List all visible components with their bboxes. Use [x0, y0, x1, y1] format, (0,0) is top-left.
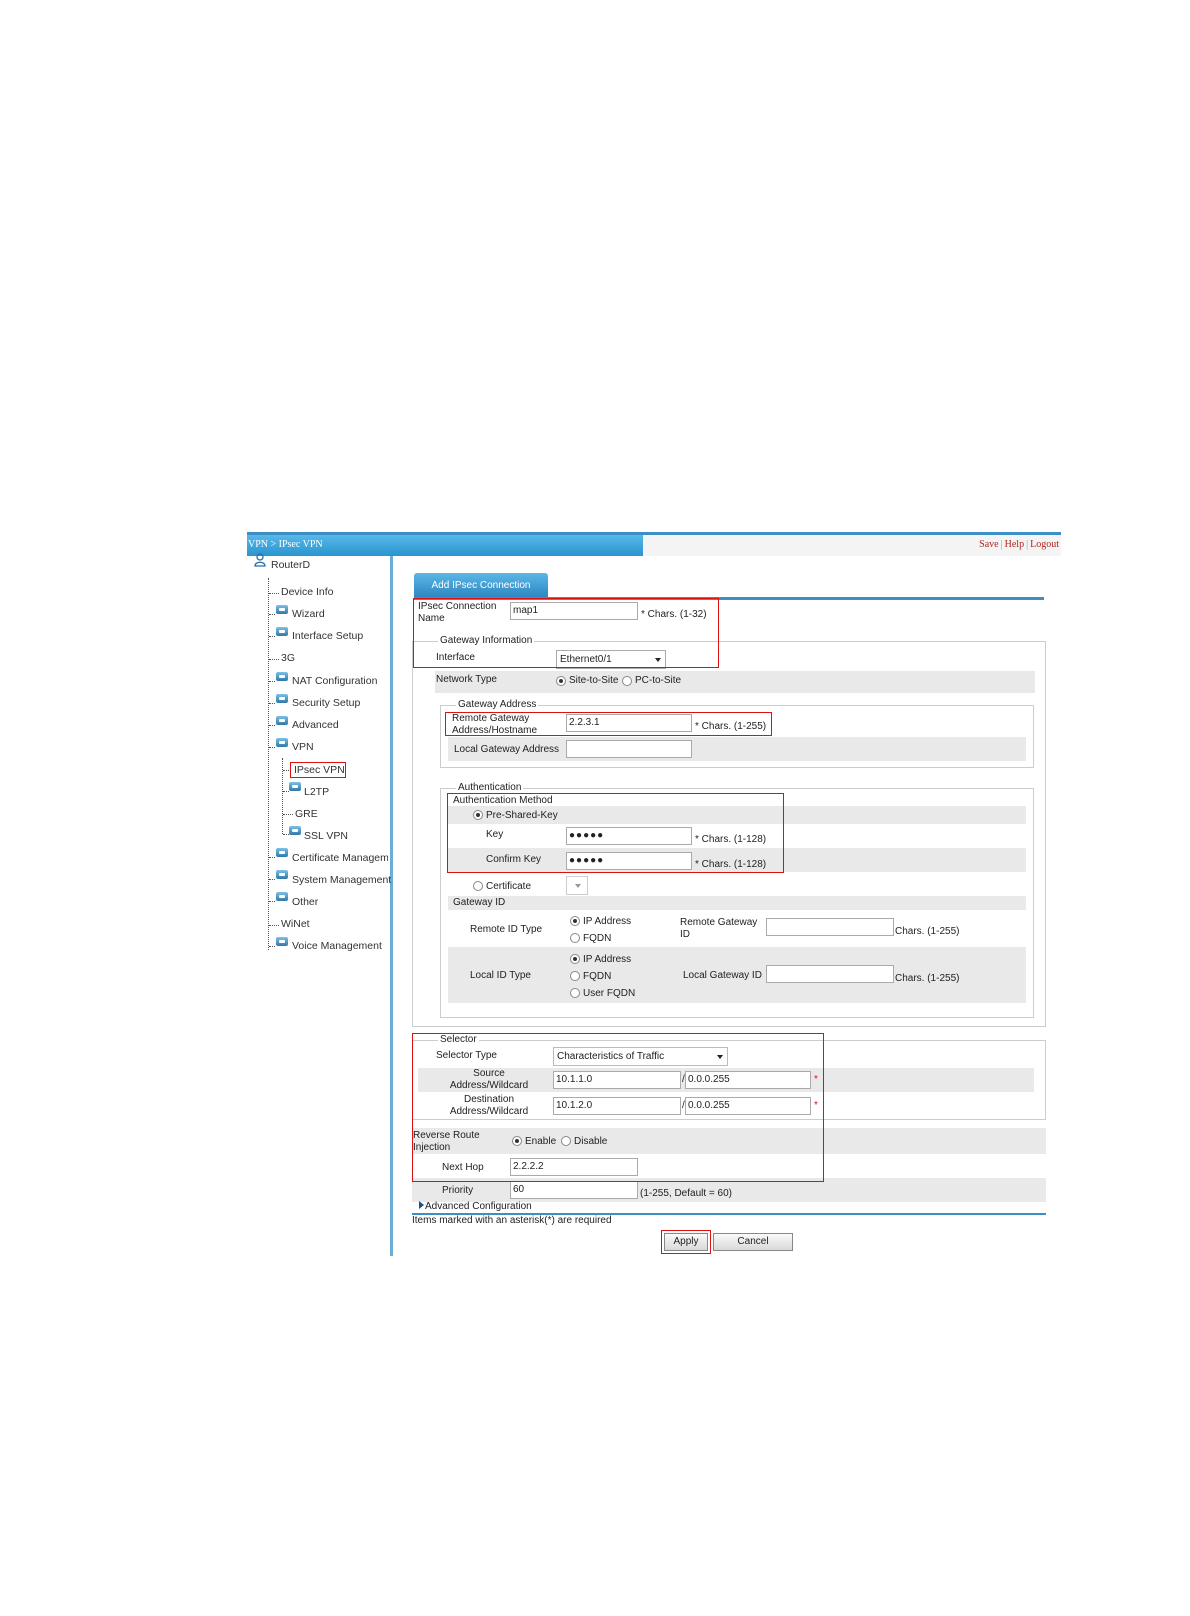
sidebar-item-device-info[interactable]: Device Info: [281, 585, 334, 599]
router-icon: [254, 553, 266, 567]
sidebar-item-voice-management[interactable]: Voice Management: [292, 939, 382, 953]
folder-icon: [276, 672, 288, 681]
gateway-id-label: Gateway ID: [453, 897, 506, 908]
folder-icon: [276, 870, 288, 879]
local-gateway-id-hint: Chars. (1-255): [895, 973, 960, 984]
highlight-box-selector: [412, 1033, 824, 1182]
sidebar-item-vpn[interactable]: VPN: [292, 740, 314, 754]
chevron-down-icon: [575, 884, 581, 888]
local-id-user-fqdn-label: User FQDN: [583, 988, 636, 999]
gateway-id-row: [448, 896, 1026, 910]
logout-link[interactable]: Logout: [1030, 539, 1059, 550]
tree-connector: [268, 578, 269, 950]
tab-add-ipsec-connection[interactable]: Add IPsec Connection: [414, 573, 548, 598]
folder-icon: [276, 605, 288, 614]
pc-to-site-label: PC-to-Site: [635, 675, 682, 686]
local-gateway-input[interactable]: [566, 740, 692, 758]
folder-icon: [289, 826, 301, 835]
remote-id-fqdn-label: FQDN: [583, 933, 612, 944]
certificate-select[interactable]: [566, 876, 588, 895]
remote-id-ip-radio[interactable]: [570, 916, 580, 926]
remote-gateway-id-hint: Chars. (1-255): [895, 926, 960, 937]
sidebar-item-winet[interactable]: WiNet: [281, 917, 310, 931]
highlight-box-remote-gateway: [445, 712, 772, 736]
sidebar-item-advanced[interactable]: Advanced: [292, 718, 339, 732]
advanced-configuration-link[interactable]: Advanced Configuration: [425, 1201, 532, 1213]
expand-arrow-icon[interactable]: [419, 1201, 424, 1209]
tree-root[interactable]: RouterD: [271, 558, 310, 572]
priority-label: Priority: [442, 1185, 474, 1196]
certificate-radio[interactable]: [473, 881, 483, 891]
sidebar-item-nat-configuration[interactable]: NAT Configuration: [292, 674, 377, 688]
folder-icon: [276, 738, 288, 747]
folder-icon: [276, 716, 288, 725]
folder-icon: [276, 937, 288, 946]
local-gateway-id-input[interactable]: [766, 965, 894, 983]
remote-gateway-id-label: Remote Gateway ID: [680, 917, 758, 940]
network-type-row: [435, 671, 1035, 693]
folder-icon: [276, 892, 288, 901]
pc-to-site-radio[interactable]: [622, 676, 632, 686]
folder-icon: [276, 627, 288, 636]
highlight-box-name-interface: [413, 598, 719, 668]
local-gateway-label: Local Gateway Address: [454, 744, 560, 755]
cancel-button[interactable]: Cancel: [713, 1233, 793, 1251]
sidebar-item-wizard[interactable]: Wizard: [292, 607, 325, 621]
remote-id-fqdn-radio[interactable]: [570, 933, 580, 943]
local-id-ip-label: IP Address: [583, 954, 632, 965]
remote-id-ip-label: IP Address: [583, 916, 632, 927]
sidebar-divider[interactable]: [390, 556, 393, 1256]
highlight-box-authentication: [447, 793, 784, 873]
local-id-fqdn-label: FQDN: [583, 971, 612, 982]
remote-id-type-label: Remote ID Type: [470, 924, 543, 935]
sidebar-item-other[interactable]: Other: [292, 895, 318, 909]
gateway-address-legend: Gateway Address: [456, 699, 539, 711]
local-id-user-fqdn-radio[interactable]: [570, 988, 580, 998]
folder-icon: [276, 848, 288, 857]
local-id-ip-radio[interactable]: [570, 954, 580, 964]
sidebar-item-certificate-management[interactable]: Certificate Manageme: [292, 851, 388, 865]
site-to-site-label: Site-to-Site: [569, 675, 619, 686]
priority-input[interactable]: 60: [510, 1181, 638, 1199]
sidebar-item-interface-setup[interactable]: Interface Setup: [292, 629, 363, 643]
network-type-label: Network Type: [436, 674, 497, 685]
sidebar-item-system-management[interactable]: System Management: [292, 873, 391, 887]
breadcrumb: VPN > IPsec VPN: [247, 535, 643, 556]
sidebar-item-gre[interactable]: GRE: [295, 807, 318, 821]
required-note: Items marked with an asterisk(*) are req…: [412, 1215, 612, 1226]
save-link[interactable]: Save: [979, 539, 998, 550]
sidebar-item-security-setup[interactable]: Security Setup: [292, 696, 360, 710]
sidebar-item-l2tp[interactable]: L2TP: [304, 785, 329, 799]
sidebar-item-3g[interactable]: 3G: [281, 651, 295, 665]
top-links: Save | Help | Logout: [979, 539, 1059, 550]
local-id-type-label: Local ID Type: [470, 970, 531, 981]
top-bar: VPN > IPsec VPN Save | Help | Logout: [247, 532, 1061, 556]
sidebar-item-ipsec-vpn[interactable]: IPsec VPN: [294, 763, 345, 777]
site-to-site-radio[interactable]: [556, 676, 566, 686]
folder-icon: [276, 694, 288, 703]
help-link[interactable]: Help: [1005, 539, 1024, 550]
folder-icon: [289, 782, 301, 791]
local-id-fqdn-radio[interactable]: [570, 971, 580, 981]
certificate-label: Certificate: [486, 881, 532, 892]
sidebar-item-ssl-vpn[interactable]: SSL VPN: [304, 829, 348, 843]
local-gateway-id-label: Local Gateway ID: [683, 970, 762, 981]
remote-gateway-id-input[interactable]: [766, 918, 894, 936]
highlight-box-apply: [661, 1230, 711, 1254]
priority-hint: (1-255, Default = 60): [640, 1188, 732, 1199]
